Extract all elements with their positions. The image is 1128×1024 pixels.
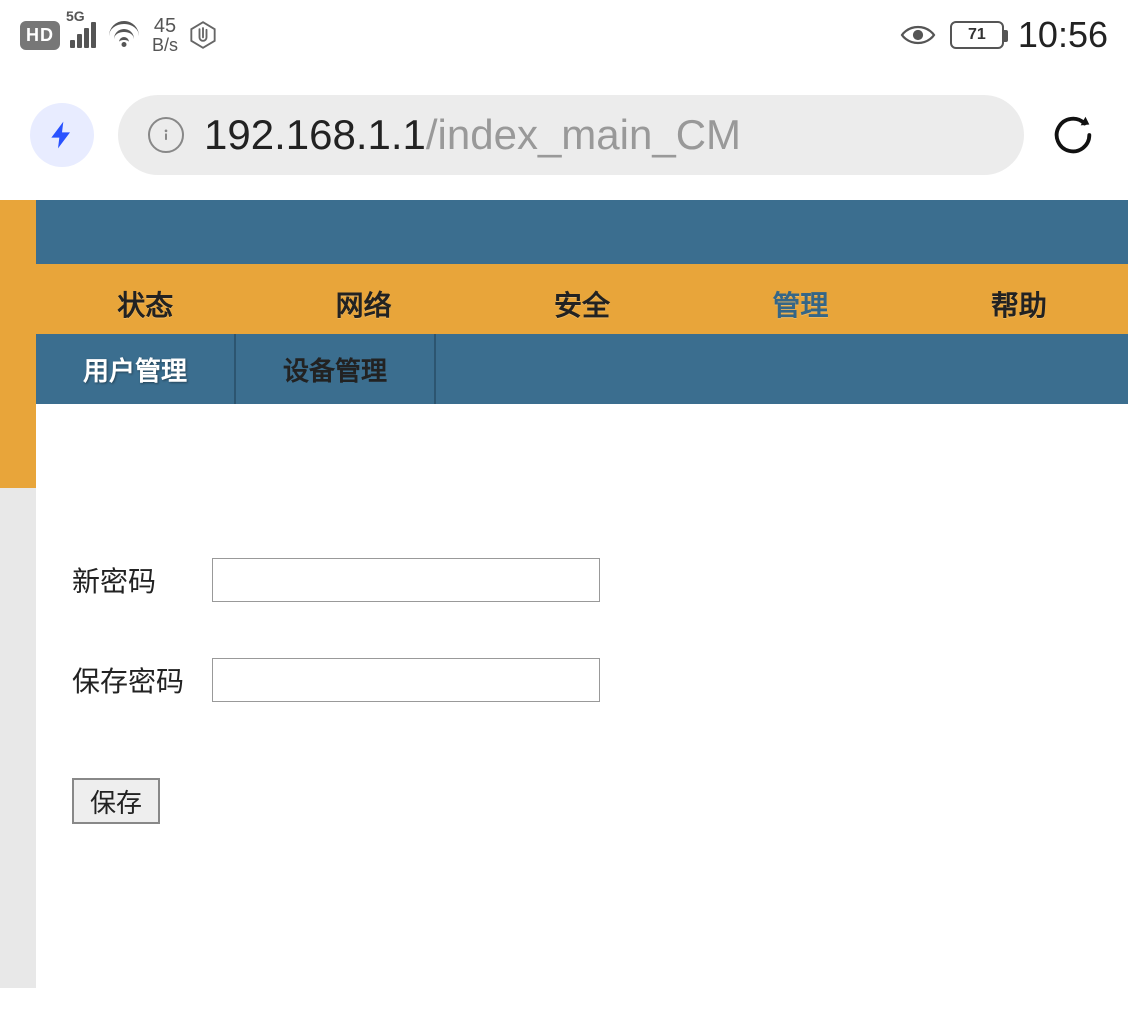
tab-network[interactable]: 网络 — [254, 274, 472, 334]
tab-security[interactable]: 安全 — [473, 274, 691, 334]
tab-management[interactable]: 管理 — [691, 274, 909, 334]
tab-help[interactable]: 帮助 — [910, 274, 1128, 334]
network-type-label: 5G — [66, 8, 85, 24]
reload-button[interactable] — [1048, 110, 1098, 160]
new-password-input[interactable] — [212, 558, 600, 602]
battery-indicator: 71 — [950, 21, 1004, 49]
password-form: 新密码 保存密码 保存 — [36, 488, 1128, 988]
url-path: /index_main_CM — [426, 111, 741, 158]
phone-status-bar: HD 5G 45 B/s 71 10:56 — [0, 0, 1128, 70]
gesture-block-icon — [188, 20, 218, 50]
speed-unit: B/s — [152, 36, 178, 54]
clock: 10:56 — [1018, 14, 1108, 56]
url-host: 192.168.1.1 — [204, 111, 426, 158]
battery-level: 71 — [968, 26, 986, 44]
eye-icon — [900, 23, 936, 47]
router-admin-page: 状态 网络 安全 管理 帮助 用户管理 设备管理 新密码 保存密码 — [0, 200, 1128, 988]
subtab-device-management[interactable]: 设备管理 — [236, 334, 436, 404]
confirm-password-label: 保存密码 — [72, 660, 212, 700]
left-rail — [0, 488, 36, 988]
url-text: 192.168.1.1/index_main_CM — [204, 111, 741, 159]
confirm-password-input[interactable] — [212, 658, 600, 702]
subtab-user-management[interactable]: 用户管理 — [36, 334, 236, 404]
save-button[interactable]: 保存 — [72, 778, 160, 824]
wifi-icon — [106, 21, 142, 49]
new-password-label: 新密码 — [72, 560, 212, 600]
browser-toolbar: 192.168.1.1/index_main_CM — [0, 70, 1128, 200]
quick-action-button[interactable] — [30, 103, 94, 167]
sidebar-marker — [0, 444, 36, 488]
sub-nav-tabs: 用户管理 设备管理 — [36, 334, 1128, 404]
main-nav-tabs: 状态 网络 安全 管理 帮助 — [36, 274, 1128, 334]
tab-status[interactable]: 状态 — [36, 274, 254, 334]
hd-badge: HD — [20, 21, 60, 50]
network-speed-indicator: 45 B/s — [152, 16, 178, 54]
status-left-group: HD 5G 45 B/s — [20, 16, 218, 54]
speed-value: 45 — [152, 16, 178, 36]
header-band — [36, 200, 1128, 264]
address-bar[interactable]: 192.168.1.1/index_main_CM — [118, 95, 1024, 175]
site-info-icon[interactable] — [148, 117, 184, 153]
status-right-group: 71 10:56 — [900, 14, 1108, 56]
cellular-signal-icon: 5G — [70, 22, 96, 48]
